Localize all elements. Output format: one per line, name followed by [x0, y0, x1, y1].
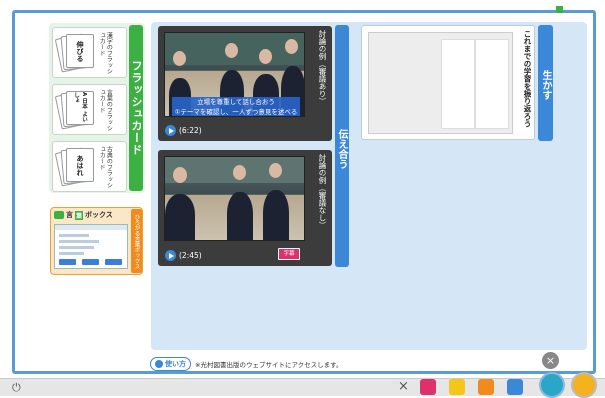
video-title: 討論の例（審議あり）: [318, 30, 327, 105]
info-icon: [155, 360, 163, 368]
video-title: 討論の例（審議なし）: [318, 154, 327, 229]
flashcard-label: 漢字のフラッシュカード: [98, 32, 113, 74]
video-duration[interactable]: (2:45): [165, 250, 202, 261]
card-word: あはれ: [66, 148, 94, 182]
usage-row: 使い方 ※光村図書出版のウェブサイトにアクセスします。: [150, 357, 342, 371]
subtitle-badge[interactable]: 字幕: [278, 248, 300, 260]
card-word: 伸びる: [66, 34, 94, 68]
document-preview: [368, 32, 513, 134]
flashcard-koten[interactable]: あはれ 古典のフラッシュカード: [52, 141, 127, 192]
tsutaeau-tab[interactable]: 伝え合う: [335, 25, 349, 267]
app-icon-gold[interactable]: [571, 372, 597, 398]
video-caption: 立場を尊重して話し合おう ①テーマを確認し、一人ずつ意見を述べる: [172, 97, 300, 116]
card-stack-icon: あはれ: [54, 147, 94, 187]
ikasu-card-title: これまでの学習を振り返ろう: [523, 30, 532, 128]
video-card[interactable]: 立場を尊重して話し合おう ①テーマを確認し、一人ずつ意見を述べる 討論の例（審議…: [158, 26, 332, 141]
flashcard-kotoba[interactable]: A 日本 よいしょ 言葉のフラッシュカード: [52, 84, 127, 135]
gokan-box-tab[interactable]: ひろがる言葉ボックス: [131, 209, 142, 273]
video-thumbnail[interactable]: [164, 156, 305, 241]
app-icon-orange[interactable]: [478, 379, 494, 395]
power-icon[interactable]: ⏻: [12, 381, 21, 395]
usage-note: ※光村図書出版のウェブサイトにアクセスします。: [195, 361, 343, 369]
app-icon-blue[interactable]: [507, 379, 523, 395]
usage-button[interactable]: 使い方: [150, 357, 191, 371]
card-stack-icon: A 日本 よいしょ: [54, 90, 94, 130]
play-icon[interactable]: [165, 125, 176, 136]
card-stack-icon: 伸びる: [54, 33, 94, 73]
video-thumbnail[interactable]: 立場を尊重して話し合おう ①テーマを確認し、一人ずつ意見を述べる: [164, 32, 305, 117]
gokan-box-title: 言葉ボックス: [54, 210, 113, 220]
ikasu-tab[interactable]: 生かす: [538, 25, 553, 141]
status-indicator: [556, 6, 563, 13]
video-duration[interactable]: (6:22): [165, 125, 202, 136]
gokan-title-suffix: ボックス: [85, 211, 113, 219]
video-card[interactable]: 討論の例（審議なし） (2:45) 字幕: [158, 150, 332, 266]
gokan-title-prefix: 言: [66, 211, 73, 219]
app-icon-yellow[interactable]: [449, 379, 465, 395]
gokan-title-box: 葉: [75, 210, 84, 220]
flashcard-kanji[interactable]: 伸びる 漢字のフラッシュカード: [52, 27, 127, 78]
flashcard-tab[interactable]: フラッシュカード: [129, 25, 143, 191]
leaf-icon: [54, 211, 64, 219]
taskbar-close-icon[interactable]: ×: [398, 379, 409, 394]
play-icon[interactable]: [165, 250, 176, 261]
flashcard-label: 古典のフラッシュカード: [98, 146, 113, 188]
app-icon-cyan[interactable]: [539, 372, 565, 398]
app-icon-red[interactable]: [420, 379, 436, 395]
gokan-box-preview: [54, 224, 128, 269]
flashcard-label: 言葉のフラッシュカード: [98, 89, 113, 131]
ikasu-card[interactable]: これまでの学習を振り返ろう: [361, 25, 535, 140]
card-word: A 日本 よいしょ: [66, 91, 94, 125]
close-button[interactable]: ×: [542, 352, 559, 369]
